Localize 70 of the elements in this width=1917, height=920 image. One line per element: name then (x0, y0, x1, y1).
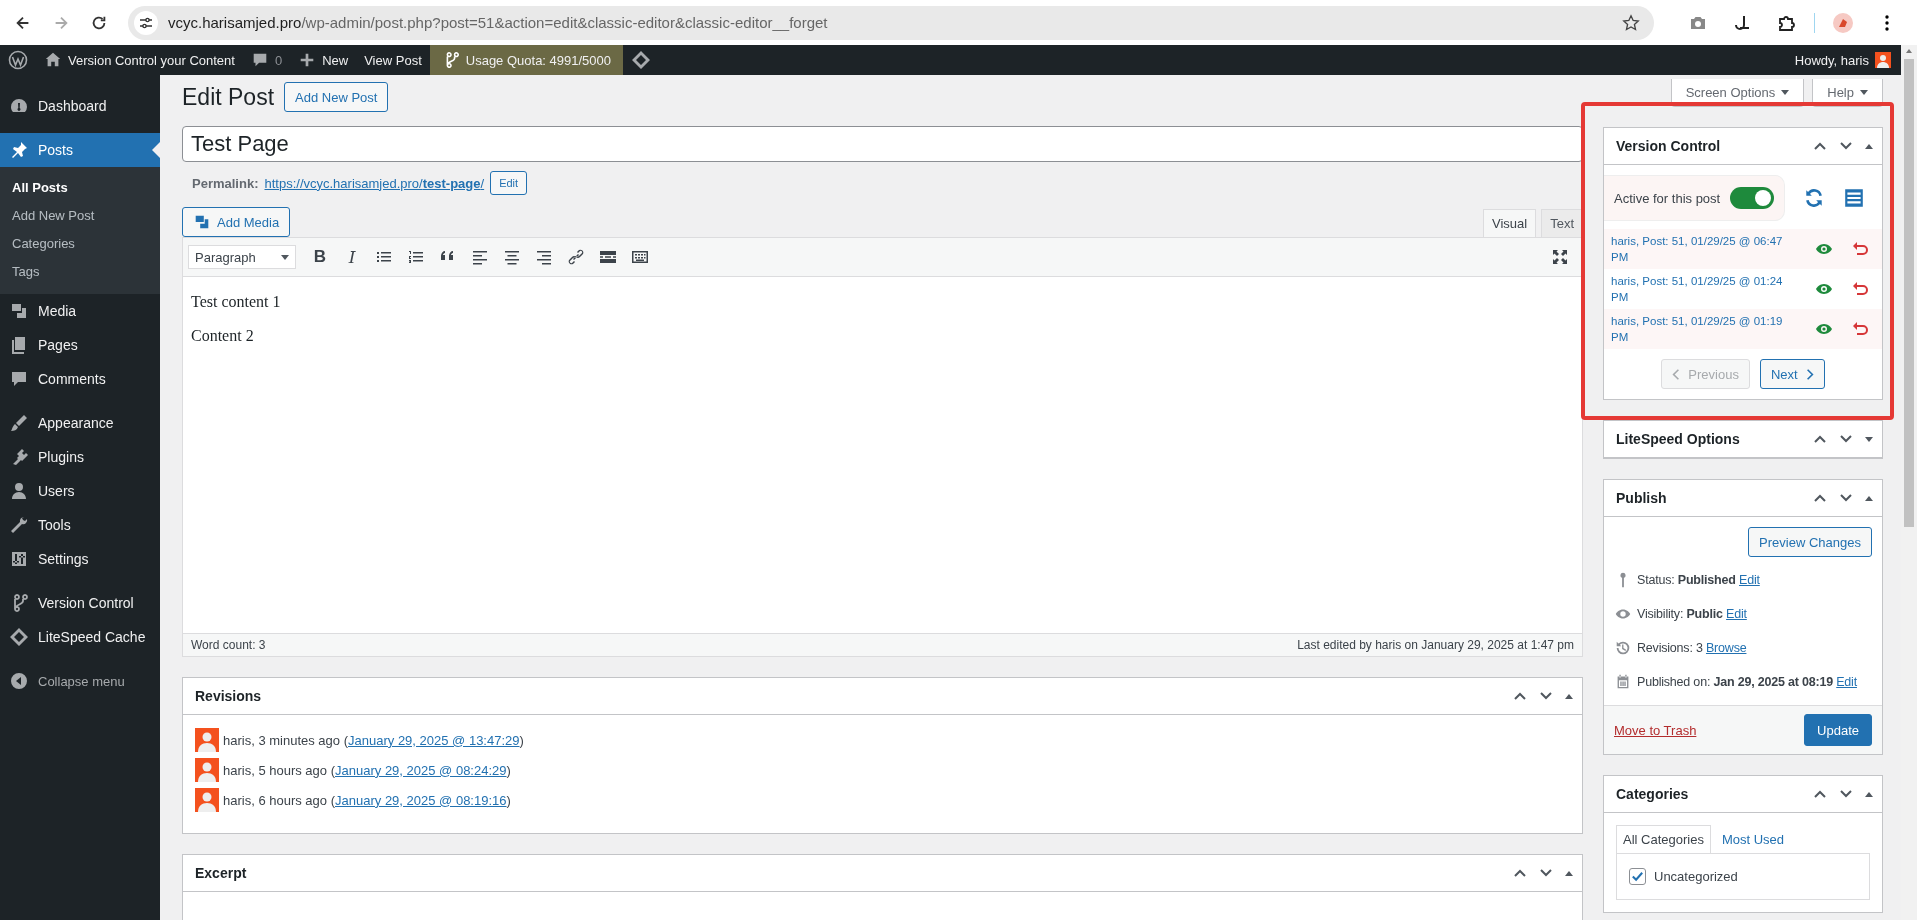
panel-title: Version Control (1616, 138, 1721, 154)
revision-text: haris, 6 hours ago (January 29, 2025 @ 08:19:16) (223, 792, 511, 808)
submenu-item[interactable]: All Posts (0, 174, 160, 202)
publish-detail: Published on: Jan 29, 2025 at 08:19 Edit (1637, 675, 1857, 689)
panel-title: Excerpt (195, 865, 247, 881)
italic-button[interactable]: I (338, 243, 366, 271)
admin-bar-item[interactable]: 0 (242, 45, 291, 75)
category-tab[interactable]: All Categories (1616, 825, 1711, 853)
menu-item[interactable]: Version Control (0, 586, 160, 620)
edit-link[interactable]: Edit (1836, 675, 1857, 689)
admin-bar-item[interactable]: New (290, 45, 357, 75)
admin-bar-item[interactable]: Version Control your Content (36, 45, 243, 75)
menu-item[interactable]: Plugins (0, 440, 160, 474)
address-bar[interactable]: vcyc.harisamjed.pro/wp-admin/post.php?post=51&action=edit&classic-editor&classic-editor__forget (128, 5, 1654, 40)
panel-title: Publish (1616, 490, 1667, 506)
submenu-item[interactable]: Add New Post (0, 202, 160, 230)
menu-item[interactable]: Dashboard (0, 89, 160, 123)
revision-text: haris, 3 minutes ago (January 29, 2025 @ 13:47:29) (223, 732, 524, 748)
word-count: Word count: 3 (191, 637, 266, 654)
add-new-post-button[interactable]: Add New Post (284, 82, 389, 112)
panel-title: Revisions (195, 688, 262, 704)
last-edited-text: Last edited by haris on January 29, 2025 at 1:47 pm (1297, 637, 1574, 654)
menu-item[interactable]: Media (0, 294, 160, 328)
permalink-label: Permalink: (192, 175, 259, 191)
revision-text: haris, 5 hours ago (January 29, 2025 @ 08:24:29) (223, 762, 511, 778)
submenu-item[interactable]: Categories (0, 230, 160, 258)
submenu-item[interactable]: Tags (0, 258, 160, 286)
editor-tab[interactable]: Text (1541, 209, 1583, 237)
edit-link[interactable]: Edit (1726, 607, 1747, 621)
page-title: Edit Post (182, 83, 275, 111)
menu-item[interactable]: Posts (0, 133, 160, 167)
collapse-menu-button[interactable]: Collapse menu (0, 664, 160, 698)
account-menu[interactable]: Howdy, haris (1786, 45, 1901, 75)
bold-button[interactable]: B (306, 243, 334, 271)
panel-title: Categories (1616, 786, 1689, 802)
paragraph: Test content 1 (191, 293, 282, 311)
title-field[interactable]: Test Page (182, 126, 1583, 162)
publish-detail: Revisions: 3 Browse (1637, 641, 1747, 655)
version-link[interactable]: haris, Post: 51, 01/29/25 @ 01:24 PM (1611, 273, 1798, 305)
move-to-trash-link[interactable]: Move to Trash (1614, 722, 1697, 738)
revision-link[interactable]: January 29, 2025 @ 13:47:29 (348, 732, 520, 748)
active-label: Active for this post (1614, 190, 1721, 206)
admin-bar-item[interactable]: View Post (356, 45, 430, 75)
update-button[interactable]: Update (1804, 714, 1872, 746)
format-dropdown[interactable]: Paragraph (188, 245, 296, 269)
menu-item[interactable]: Tools (0, 508, 160, 542)
menu-item[interactable]: Users (0, 474, 160, 508)
menu-item[interactable]: Comments (0, 362, 160, 396)
edit-permalink-button[interactable]: Edit (490, 171, 528, 195)
menu-item[interactable]: Pages (0, 328, 160, 362)
category-label: Uncategorized (1654, 869, 1738, 884)
editor-tab[interactable]: Visual (1482, 209, 1537, 237)
panel-title: LiteSpeed Options (1616, 431, 1740, 447)
edit-link[interactable]: Browse (1705, 641, 1747, 655)
menu-item[interactable]: Settings (0, 542, 160, 576)
preview-changes-button[interactable]: Preview Changes (1748, 527, 1872, 557)
add-media-button[interactable]: Add Media (182, 207, 291, 237)
edit-link[interactable]: Edit (1739, 573, 1760, 587)
category-tab[interactable]: Most Used (1714, 825, 1792, 853)
menu-item[interactable]: Appearance (0, 406, 160, 440)
url-text: vcyc.harisamjed.pro/wp-admin/post.php?post=51&action=edit&classic-editor&classic-editor__forget (168, 14, 829, 31)
next-button[interactable]: Next (1759, 359, 1825, 389)
publish-detail: Status: Published Edit (1637, 573, 1760, 587)
admin-bar-item[interactable]: Usage Quota: 4991/5000 (429, 45, 624, 75)
publish-detail: Visibility: Public Edit (1637, 607, 1747, 621)
menu-item[interactable]: LiteSpeed Cache (0, 620, 160, 654)
permalink-link[interactable]: https://vcyc.harisamjed.pro/test-page/ (264, 175, 485, 191)
revision-link[interactable]: January 29, 2025 @ 08:24:29 (335, 762, 507, 778)
revision-link[interactable]: January 29, 2025 @ 08:19:16 (335, 792, 507, 808)
paragraph: Content 2 (191, 327, 255, 345)
